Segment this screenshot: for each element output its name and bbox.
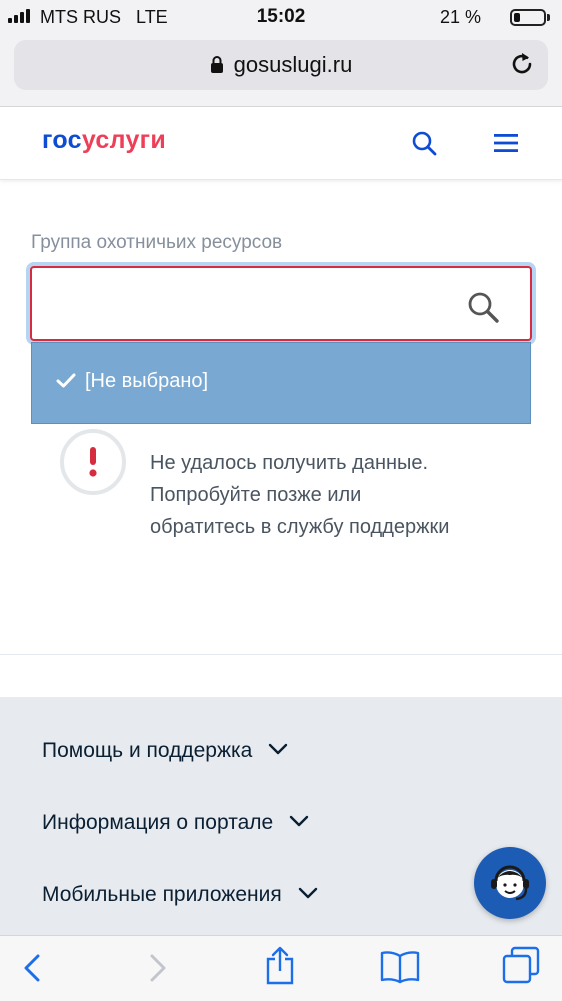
chevron-down-icon (289, 809, 309, 833)
battery-fill (514, 13, 520, 22)
logo-part-gos: гос (42, 126, 82, 154)
footer-item-label: Помощь и поддержка (42, 739, 253, 762)
error-message-line: Не удалось получить данные. (150, 452, 429, 474)
footer-item-label: Мобильные приложения (42, 883, 282, 906)
lock-icon (210, 54, 224, 80)
hunting-resource-group-select[interactable] (30, 266, 532, 341)
url-label: gosuslugi.ru (233, 52, 353, 77)
back-icon[interactable] (22, 954, 42, 987)
url-text[interactable]: gosuslugi.ru (0, 52, 562, 80)
error-message-line: обратитесь в службу поддержки (150, 516, 450, 538)
tabs-icon[interactable] (502, 946, 540, 989)
support-operator-icon (491, 865, 529, 901)
chevron-down-icon (268, 737, 288, 761)
select-search-icon[interactable] (467, 291, 501, 330)
bookmarks-icon[interactable] (380, 950, 420, 989)
error-message-line: Попробуйте позже или (150, 484, 362, 506)
battery-icon (510, 9, 546, 26)
battery-percent: 21 % (440, 7, 482, 27)
menu-icon[interactable] (493, 132, 519, 159)
gosuslugi-logo[interactable]: госуслуги (42, 126, 166, 155)
share-icon[interactable] (264, 945, 296, 990)
footer-item-mobile-apps[interactable]: Мобильные приложения (42, 881, 318, 907)
footer-item-help[interactable]: Помощь и поддержка (42, 737, 288, 763)
forward-icon[interactable] (148, 954, 168, 987)
checkmark-icon (56, 373, 76, 394)
chevron-down-icon (298, 881, 318, 905)
field-label: Группа охотничьих ресурсов (31, 232, 283, 253)
error-icon (60, 429, 126, 495)
logo-part-uslugi: услуги (81, 126, 167, 154)
search-icon[interactable] (411, 130, 439, 163)
divider (0, 654, 562, 655)
footer-item-portal-info[interactable]: Информация о портале (42, 809, 309, 835)
footer-item-label: Информация о портале (42, 811, 274, 834)
support-chat-button[interactable] (474, 847, 546, 919)
battery-tip (547, 14, 550, 21)
reload-icon[interactable] (508, 50, 536, 83)
dropdown-option-not-selected[interactable]: [Не выбрано] (85, 370, 208, 393)
